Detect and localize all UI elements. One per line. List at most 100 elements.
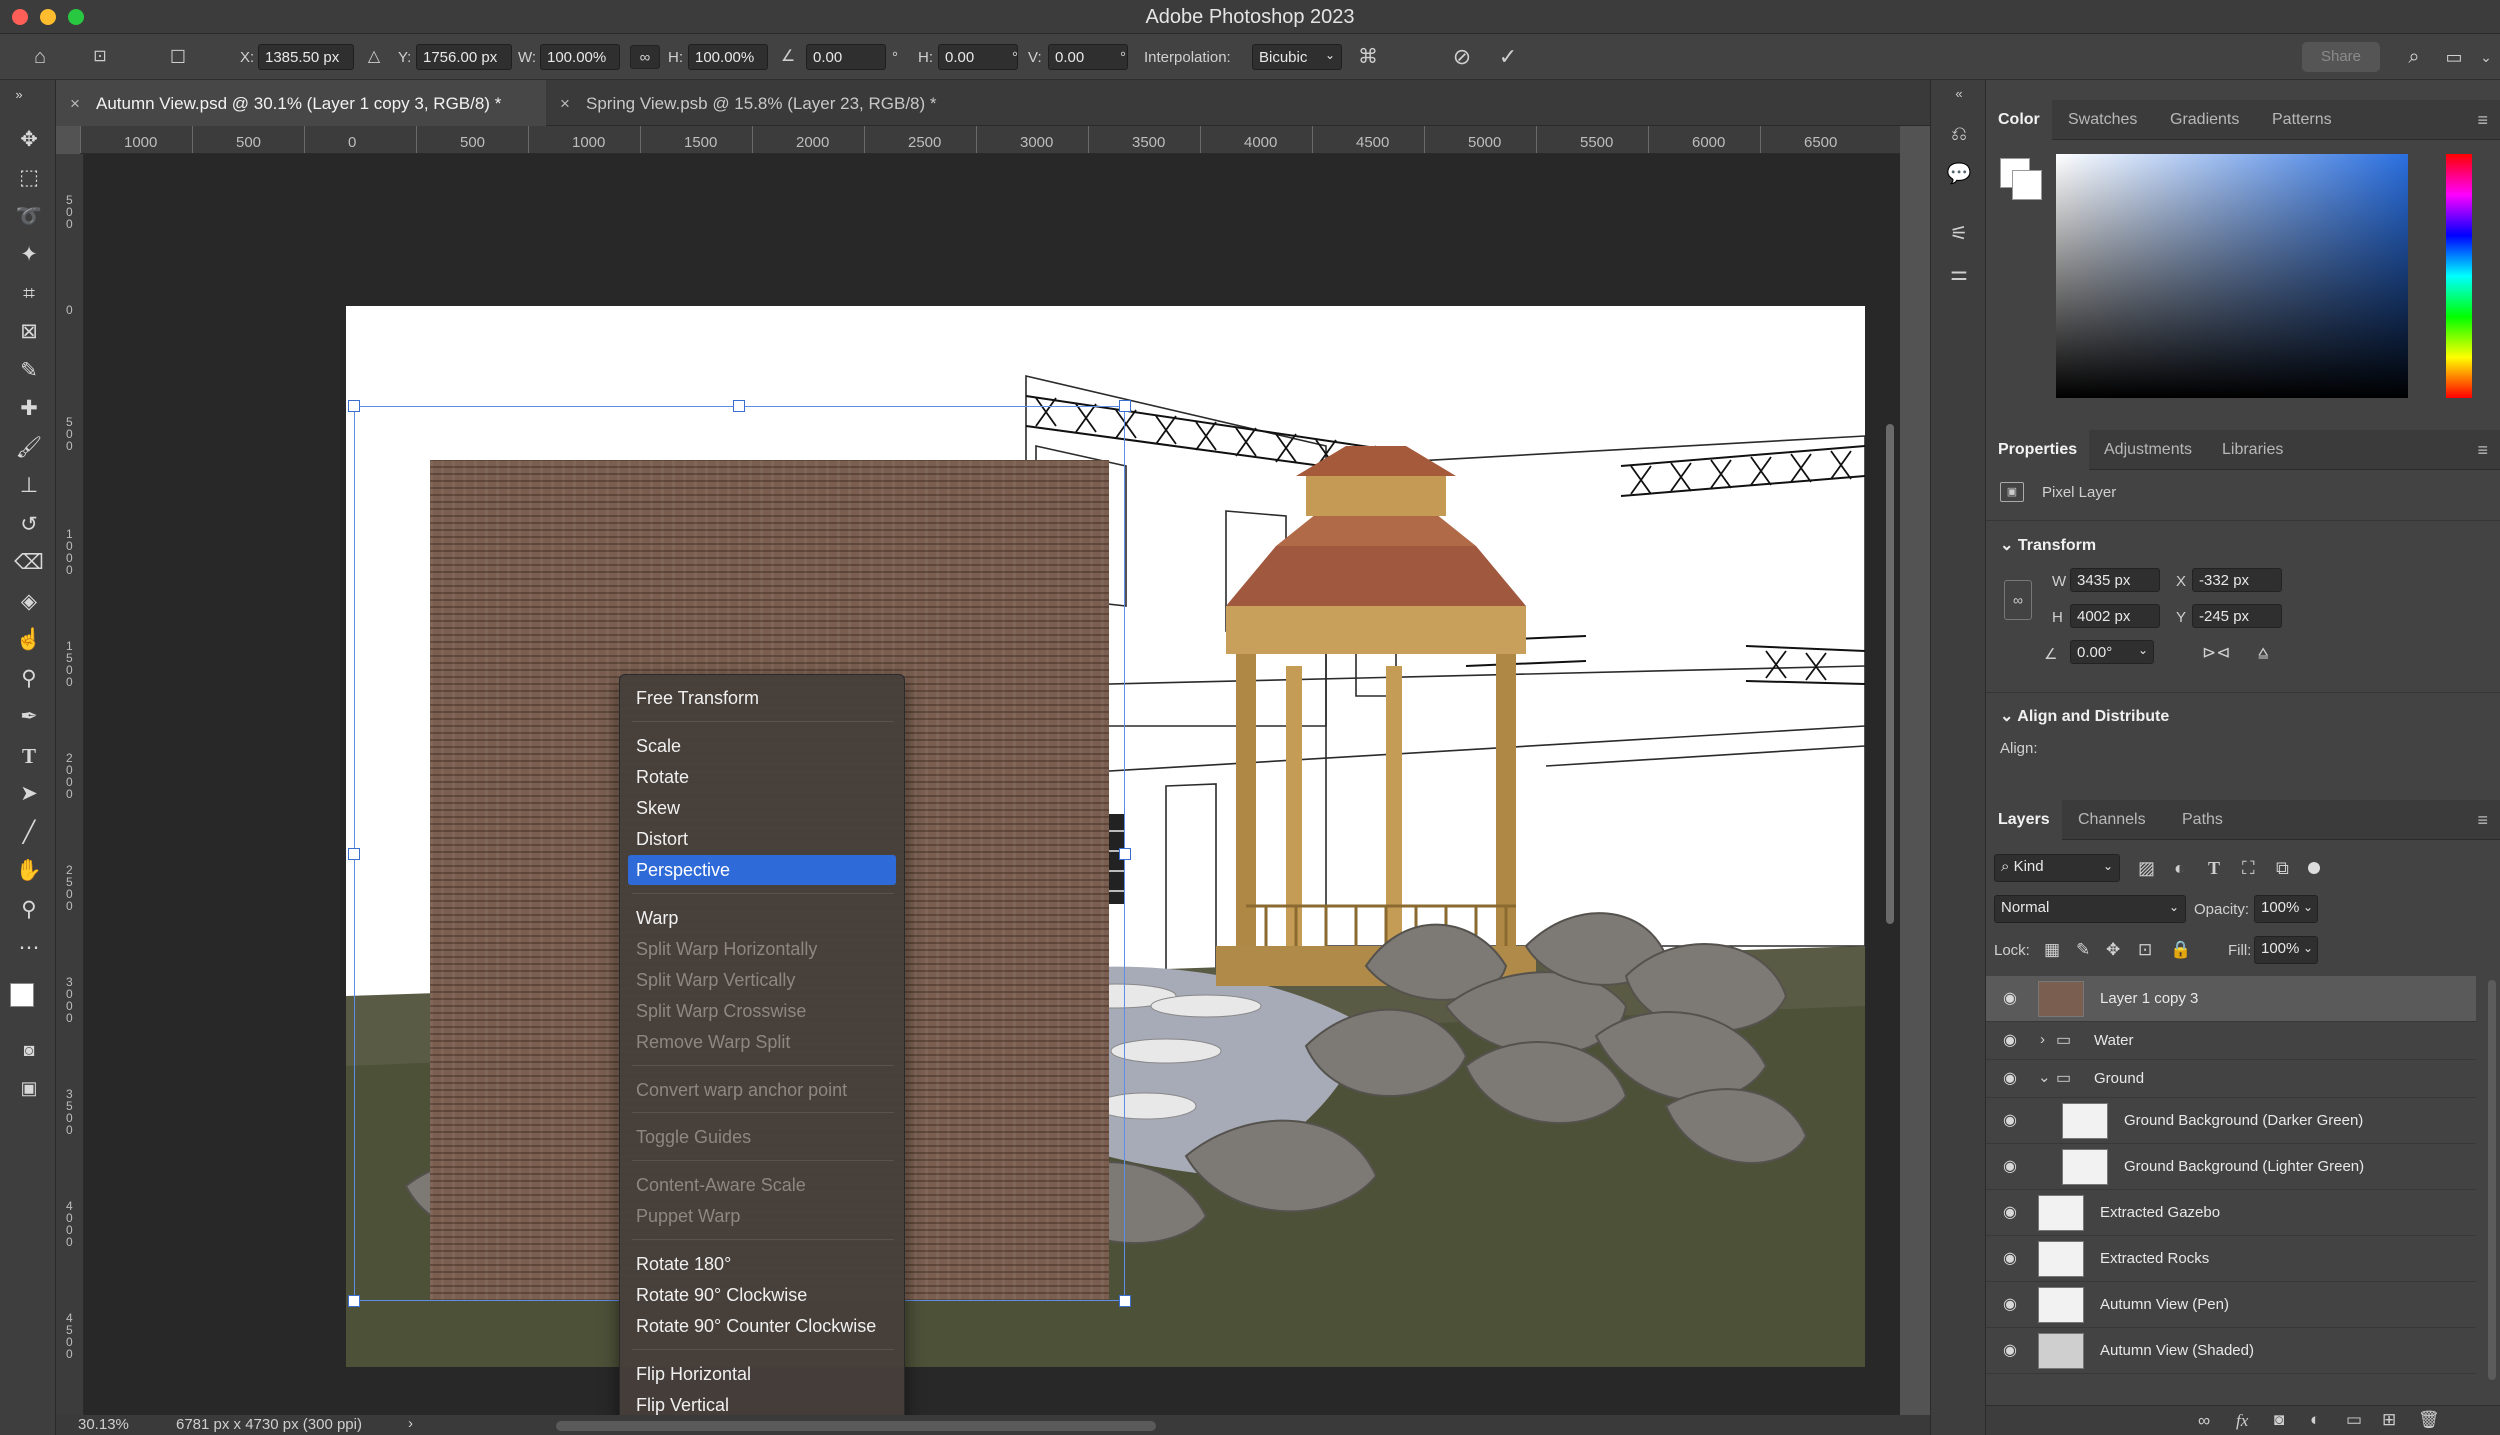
- paint-bucket-tool-icon[interactable]: ◈: [14, 587, 44, 617]
- lock-position-icon[interactable]: ✥: [2106, 940, 2120, 960]
- menu-item-free-transform[interactable]: Free Transform: [628, 683, 896, 713]
- layer-row[interactable]: ◉ Autumn View (Shaded): [1986, 1328, 2476, 1374]
- menu-item-scale[interactable]: Scale: [628, 731, 896, 761]
- brush-settings-icon[interactable]: ⚟: [1945, 220, 1973, 248]
- cancel-transform-icon[interactable]: ⊘: [1450, 45, 1474, 69]
- eye-icon[interactable]: ◉: [2000, 1342, 2020, 1360]
- eye-icon[interactable]: ◉: [2000, 990, 2020, 1008]
- interpolation-select[interactable]: Bicubic ⌄: [1252, 44, 1342, 70]
- close-tab-icon[interactable]: ×: [560, 94, 570, 114]
- opacity-input[interactable]: 100% ⌄: [2254, 895, 2318, 923]
- layer-row[interactable]: ◉ Extracted Gazebo: [1986, 1190, 2476, 1236]
- transform-handle[interactable]: [348, 1295, 360, 1307]
- tab-gradients[interactable]: Gradients: [2170, 100, 2239, 140]
- more-icon[interactable]: ⌄: [2474, 45, 2498, 69]
- layer-row[interactable]: ◉ › ▭ Water: [1986, 1022, 2476, 1060]
- tab-autumn-view[interactable]: × Autumn View.psd @ 30.1% (Layer 1 copy …: [56, 80, 546, 126]
- more-tools-icon[interactable]: ⋯: [14, 933, 44, 963]
- menu-item-rotate-180[interactable]: Rotate 180°: [628, 1249, 896, 1279]
- prop-width-input[interactable]: 3435 px: [2070, 568, 2160, 592]
- tab-properties[interactable]: Properties: [1986, 430, 2090, 470]
- path-selection-tool-icon[interactable]: ➤: [14, 779, 44, 809]
- quick-mask-icon[interactable]: ◙: [14, 1035, 44, 1065]
- eye-icon[interactable]: ◉: [2000, 1070, 2020, 1088]
- transform-section-title[interactable]: ⌄ Transform: [2000, 535, 2096, 555]
- commit-transform-icon[interactable]: ✓: [1496, 45, 1520, 69]
- link-icon[interactable]: ∞: [630, 45, 660, 69]
- blend-mode-select[interactable]: Normal ⌄: [1994, 895, 2186, 923]
- tab-swatches[interactable]: Swatches: [2068, 100, 2137, 140]
- tab-spring-view[interactable]: × Spring View.psb @ 15.8% (Layer 23, RGB…: [546, 80, 1016, 126]
- eye-icon[interactable]: ◉: [2000, 1204, 2020, 1222]
- eye-icon[interactable]: ◉: [2000, 1032, 2020, 1050]
- line-tool-icon[interactable]: ╱: [14, 818, 44, 848]
- panel-menu-icon[interactable]: ≡: [2477, 110, 2488, 131]
- layer-row[interactable]: ◉ Layer 1 copy 3: [1986, 976, 2476, 1022]
- flip-horizontal-icon[interactable]: ⊳⊲: [2202, 643, 2231, 663]
- reference-point-toggle[interactable]: ☐: [166, 45, 190, 69]
- chevron-right-icon[interactable]: ›: [2040, 1031, 2045, 1048]
- eye-icon[interactable]: ◉: [2000, 1250, 2020, 1268]
- color-picker-field[interactable]: [2056, 154, 2408, 398]
- smudge-tool-icon[interactable]: ☝: [14, 625, 44, 655]
- tab-patterns[interactable]: Patterns: [2272, 100, 2332, 140]
- collapse-panels-icon[interactable]: «: [1945, 80, 1973, 108]
- panel-menu-icon[interactable]: ≡: [2477, 440, 2488, 461]
- history-panel-icon[interactable]: ⎌: [1945, 120, 1973, 148]
- transform-handle[interactable]: [1119, 848, 1131, 860]
- chevron-right-icon[interactable]: ›: [408, 1415, 413, 1432]
- lock-image-icon[interactable]: ✎: [2076, 940, 2090, 960]
- prop-angle-input[interactable]: 0.00° ⌄: [2070, 640, 2154, 664]
- panel-menu-icon[interactable]: ≡: [2477, 810, 2488, 831]
- collapse-toolbar-icon[interactable]: »: [4, 80, 34, 110]
- eye-icon[interactable]: ◉: [2000, 1112, 2020, 1130]
- comments-panel-icon[interactable]: 💬: [1945, 160, 1973, 188]
- crop-tool-icon[interactable]: ⌗: [14, 279, 44, 309]
- filter-smart-object-icon[interactable]: ⧉: [2276, 858, 2289, 879]
- new-layer-icon[interactable]: ⊞: [2382, 1410, 2396, 1430]
- transform-handle[interactable]: [348, 400, 360, 412]
- eye-icon[interactable]: ◉: [2000, 1296, 2020, 1314]
- vertical-ruler[interactable]: 500 0 500 1000 1500 2000 2500 3000 3500 …: [56, 154, 84, 1415]
- prop-x-input[interactable]: -332 px: [2192, 568, 2282, 592]
- lasso-tool-icon[interactable]: ➰: [14, 202, 44, 232]
- tab-paths[interactable]: Paths: [2182, 800, 2223, 840]
- move-tool-icon[interactable]: ✥: [14, 125, 44, 155]
- share-button[interactable]: Share: [2302, 42, 2380, 72]
- close-tab-icon[interactable]: ×: [70, 94, 80, 114]
- eraser-tool-icon[interactable]: ⌫: [14, 548, 44, 578]
- add-mask-icon[interactable]: ◙: [2274, 1410, 2284, 1430]
- prop-height-input[interactable]: 4002 px: [2070, 604, 2160, 628]
- layer-filter-select[interactable]: ⌕ Kind ⌄: [1994, 854, 2120, 882]
- transform-handle[interactable]: [733, 400, 745, 412]
- eye-icon[interactable]: ◉: [2000, 1158, 2020, 1176]
- magic-wand-tool-icon[interactable]: ✦: [14, 240, 44, 270]
- h-skew-input[interactable]: 0.00: [938, 44, 1018, 70]
- angle-input[interactable]: 0.00: [806, 44, 886, 70]
- transform-handle[interactable]: [1119, 1295, 1131, 1307]
- eyedropper-tool-icon[interactable]: ✎: [14, 356, 44, 386]
- dodge-tool-icon[interactable]: ⚲: [14, 664, 44, 694]
- zoom-level[interactable]: 30.13%: [78, 1416, 129, 1433]
- fill-input[interactable]: 100% ⌄: [2254, 936, 2318, 964]
- trash-icon[interactable]: 🗑: [2418, 1410, 2440, 1430]
- hue-slider[interactable]: [2446, 154, 2472, 398]
- filter-toggle-icon[interactable]: [2308, 862, 2320, 874]
- horizontal-ruler[interactable]: 1000 500 0 500 1000 1500 2000 2500 3000 …: [80, 126, 1900, 154]
- screen-mode-icon[interactable]: ▣: [14, 1073, 44, 1103]
- menu-item-flip-horizontal[interactable]: Flip Horizontal: [628, 1359, 896, 1389]
- foreground-color-swatch[interactable]: [10, 983, 34, 1007]
- tab-color[interactable]: Color: [1986, 100, 2052, 140]
- clone-stamp-tool-icon[interactable]: ⊥: [14, 471, 44, 501]
- link-layers-icon[interactable]: ∞: [2198, 1411, 2210, 1431]
- document-size[interactable]: 6781 px x 4730 px (300 ppi): [176, 1416, 362, 1433]
- transform-tool-preset-icon[interactable]: ⊡: [88, 45, 112, 69]
- filter-shape-icon[interactable]: ⛶: [2242, 858, 2255, 879]
- layer-row[interactable]: ◉ Autumn View (Pen): [1986, 1282, 2476, 1328]
- flip-vertical-icon[interactable]: ⩠: [2258, 643, 2268, 663]
- history-brush-tool-icon[interactable]: ↺: [14, 510, 44, 540]
- lock-artboard-icon[interactable]: ⊡: [2138, 940, 2152, 960]
- new-group-icon[interactable]: ▭: [2346, 1410, 2362, 1430]
- menu-item-flip-vertical[interactable]: Flip Vertical: [628, 1390, 896, 1415]
- width-input[interactable]: 100.00%: [540, 44, 620, 70]
